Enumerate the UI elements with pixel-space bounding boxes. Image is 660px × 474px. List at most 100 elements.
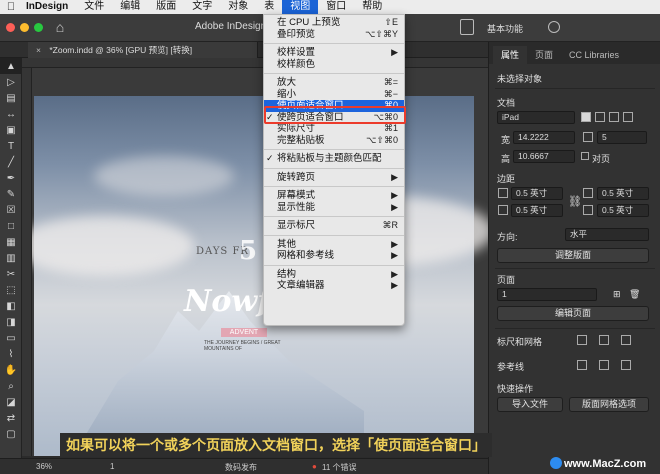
selection-tool-icon[interactable]: ▲ bbox=[0, 58, 22, 74]
menu-item[interactable]: 文章编辑器 ▶ bbox=[264, 280, 404, 292]
edit-page-button[interactable]: 编辑页面 bbox=[497, 306, 649, 321]
smart-guides-icon[interactable] bbox=[621, 360, 631, 370]
pen-tool-icon[interactable]: ✒ bbox=[0, 170, 22, 186]
margin-bottom-field[interactable]: 0.5 英寸 bbox=[511, 204, 563, 217]
tools-panel: ▲ ▷ ▤ ↔ ▣ T ╱ ✒ ✎ ☒ □ ▦ ▥ ✂ ⬚ ◧ ◨ ▭ ⌇ ✋ … bbox=[0, 58, 22, 458]
eyedropper-tool-icon[interactable]: ⌇ bbox=[0, 346, 22, 362]
preflight-profile[interactable]: 数码发布 bbox=[225, 462, 257, 473]
menu-item[interactable]: 校样设置 ▶ bbox=[264, 47, 404, 59]
zoom-window-button[interactable] bbox=[34, 23, 43, 32]
tab-cc-libraries[interactable]: CC Libraries bbox=[561, 46, 627, 64]
pages-count-field[interactable]: 5 bbox=[597, 131, 647, 144]
menu-item[interactable]: 叠印预览 ⌥⇧⌘Y bbox=[264, 29, 404, 41]
menu-type[interactable]: 文字 bbox=[184, 0, 220, 14]
tab-pages[interactable]: 页面 bbox=[527, 46, 561, 64]
search-icon[interactable] bbox=[548, 21, 560, 33]
menu-item[interactable]: 屏幕模式 ▶ bbox=[264, 190, 404, 202]
width-field[interactable]: 14.2222 bbox=[513, 131, 575, 144]
document-tab[interactable]: × *Zoom.indd @ 36% [GPU 预览] [转换] bbox=[28, 42, 258, 58]
home-icon[interactable]: ⌂ bbox=[52, 19, 68, 35]
menu-layout[interactable]: 版面 bbox=[148, 0, 184, 14]
menu-item[interactable]: 旋转跨页 ▶ bbox=[264, 172, 404, 184]
free-transform-tool-icon[interactable]: ⬚ bbox=[0, 282, 22, 298]
menu-item[interactable]: 结构 ▶ bbox=[264, 269, 404, 281]
content-collector-icon[interactable]: ▣ bbox=[0, 122, 22, 138]
add-page-icon[interactable]: ⊞ bbox=[613, 289, 621, 300]
document-preset-select[interactable]: iPad bbox=[497, 111, 575, 124]
facing-pages-checkbox[interactable] bbox=[581, 152, 589, 160]
close-tab-icon[interactable]: × bbox=[36, 45, 41, 55]
link-margins-icon[interactable]: ⛓ bbox=[568, 195, 582, 208]
menu-item[interactable]: 校样颜色 bbox=[264, 59, 404, 71]
gap-tool-icon[interactable]: ↔ bbox=[0, 106, 22, 122]
menu-item[interactable]: 在 CPU 上预览 ⇧E bbox=[264, 17, 404, 29]
share-icon[interactable] bbox=[460, 19, 474, 35]
menu-item[interactable]: 缩小 ⌘− bbox=[264, 89, 404, 101]
orientation-select[interactable]: 水平 bbox=[565, 228, 649, 241]
page-select[interactable]: 1 bbox=[497, 288, 597, 301]
portrait-orientation-icon[interactable] bbox=[581, 112, 591, 122]
hand-tool-icon[interactable]: ✋ bbox=[0, 362, 22, 378]
height-field[interactable]: 10.6667 bbox=[513, 150, 575, 163]
table-tool-icon[interactable]: ▦ bbox=[0, 234, 22, 250]
apple-icon[interactable]:  bbox=[0, 1, 22, 13]
binding-icon[interactable] bbox=[623, 112, 633, 122]
gradient-feather-tool-icon[interactable]: ◨ bbox=[0, 314, 22, 330]
landscape-orientation-icon[interactable] bbox=[595, 112, 605, 122]
lock-guides-icon[interactable] bbox=[599, 360, 609, 370]
document-page[interactable]: DAYS FR 5 Nowf ADVENT THE JOURNEY BEGINS… bbox=[32, 96, 488, 456]
menu-item[interactable]: 其他 ▶ bbox=[264, 239, 404, 251]
pencil-tool-icon[interactable]: ✎ bbox=[0, 186, 22, 202]
menu-item[interactable]: 显示性能 ▶ bbox=[264, 202, 404, 214]
import-file-button[interactable]: 导入文件 bbox=[497, 397, 563, 412]
scissors-tool-icon[interactable]: ✂ bbox=[0, 266, 22, 282]
margin-right-field[interactable]: 0.5 英寸 bbox=[597, 204, 649, 217]
tab-properties[interactable]: 属性 bbox=[493, 46, 528, 64]
rectangle-tool-icon[interactable]: □ bbox=[0, 218, 22, 234]
layout-grid-options-button[interactable]: 版面网格选项 bbox=[569, 397, 649, 412]
page-tool-icon[interactable]: ▤ bbox=[0, 90, 22, 106]
margin-top-field[interactable]: 0.5 英寸 bbox=[511, 187, 563, 200]
menu-item[interactable]: 网格和参考线 ▶ bbox=[264, 250, 404, 262]
menu-item[interactable]: 显示标尺 ⌘R bbox=[264, 220, 404, 232]
site-logo-icon bbox=[550, 457, 562, 469]
grid-tool-icon[interactable]: ▥ bbox=[0, 250, 22, 266]
menu-file[interactable]: 文件 bbox=[76, 0, 112, 14]
fill-stroke-icon[interactable]: ◪ bbox=[0, 394, 22, 410]
show-guides-icon[interactable] bbox=[577, 360, 587, 370]
delete-page-icon[interactable]: 🗑 bbox=[629, 289, 640, 300]
adjust-layout-button[interactable]: 调整版面 bbox=[497, 248, 649, 263]
rectangle-frame-tool-icon[interactable]: ☒ bbox=[0, 202, 22, 218]
close-window-button[interactable] bbox=[6, 23, 15, 32]
line-tool-icon[interactable]: ╱ bbox=[0, 154, 22, 170]
screen-mode-icon[interactable]: ▢ bbox=[0, 426, 22, 442]
menu-object[interactable]: 对象 bbox=[220, 0, 256, 14]
menu-item[interactable]: 实际尺寸 ⌘1 bbox=[264, 123, 404, 135]
swap-fill-stroke-icon[interactable]: ⇄ bbox=[0, 410, 22, 426]
menu-view[interactable]: 视图 bbox=[282, 0, 319, 14]
menu-edit[interactable]: 编辑 bbox=[112, 0, 148, 14]
grid-icon[interactable] bbox=[599, 335, 609, 345]
page-icon[interactable] bbox=[609, 112, 619, 122]
minimize-window-button[interactable] bbox=[20, 23, 29, 32]
document-canvas[interactable]: DAYS FR 5 Nowf ADVENT THE JOURNEY BEGINS… bbox=[32, 68, 488, 456]
ruler-icon[interactable] bbox=[577, 335, 587, 345]
page-number-field[interactable]: 1 bbox=[110, 462, 114, 471]
gradient-tool-icon[interactable]: ◧ bbox=[0, 298, 22, 314]
direct-selection-tool-icon[interactable]: ▷ bbox=[0, 74, 22, 90]
menu-window[interactable]: 窗口 bbox=[318, 0, 354, 14]
menu-item[interactable]: ✓ 将粘贴板与主题颜色匹配 bbox=[264, 153, 404, 165]
menu-help[interactable]: 帮助 bbox=[354, 0, 390, 14]
zoom-level[interactable]: 36% bbox=[36, 462, 52, 471]
preflight-errors[interactable]: 11 个错误 bbox=[322, 462, 357, 473]
workspace-switcher[interactable]: 基本功能 bbox=[487, 22, 523, 35]
margin-left-field[interactable]: 0.5 英寸 bbox=[597, 187, 649, 200]
zoom-tool-icon[interactable]: ⌕ bbox=[0, 378, 22, 394]
note-tool-icon[interactable]: ▭ bbox=[0, 330, 22, 346]
menu-item[interactable]: 完整粘贴板 ⌥⇧⌘0 bbox=[264, 135, 404, 147]
menu-app[interactable]: InDesign bbox=[22, 0, 76, 14]
menu-table[interactable]: 表 bbox=[256, 0, 282, 14]
type-tool-icon[interactable]: T bbox=[0, 138, 22, 154]
baseline-grid-icon[interactable] bbox=[621, 335, 631, 345]
menu-item[interactable]: 放大 ⌘= bbox=[264, 77, 404, 89]
